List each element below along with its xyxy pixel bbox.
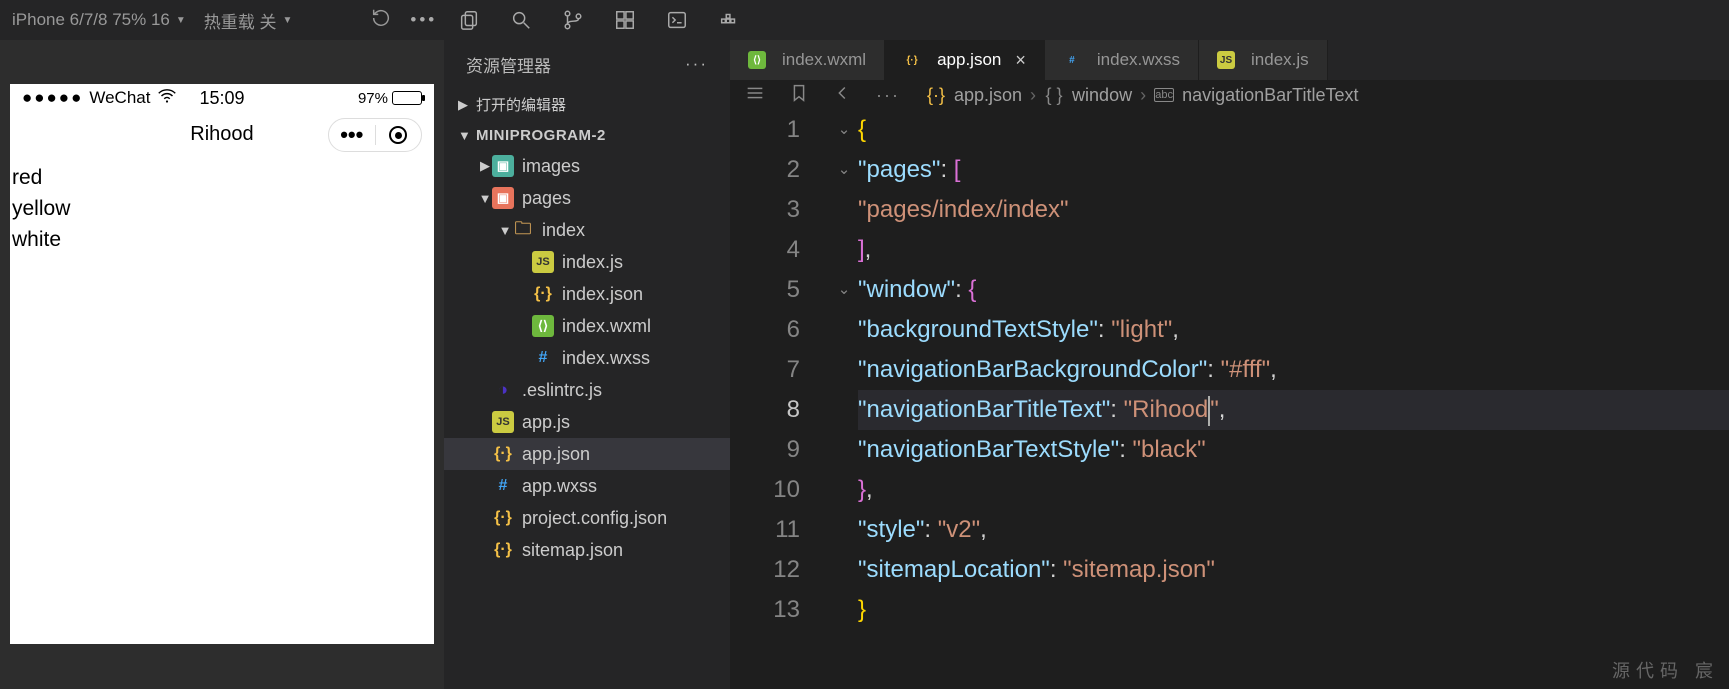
editor-tab[interactable]: {·}app.json× [885,40,1045,80]
tree-item[interactable]: #index.wxss [444,342,730,374]
battery-icon [392,91,422,105]
chevron-down-icon: ▼ [283,15,293,26]
line-gutter: 12345678910111213 [730,110,830,689]
breadcrumb-bar: ··· {·} app.json › { } window › abc navi… [730,80,1729,110]
more-icon[interactable]: ••• [410,10,437,30]
watermark: 源代码 宸 [1612,657,1719,683]
page-body: redyellowwhite [10,156,434,261]
hot-reload-toggle[interactable]: 热重载 关 ▼ [204,8,293,33]
braces-icon: { } [1044,85,1064,106]
tree-item[interactable]: ▼🗀index [444,214,730,246]
crumb-file[interactable]: app.json [954,85,1022,106]
tree-item[interactable]: ▼▣pages [444,182,730,214]
status-bar: ●●●●● WeChat 15:09 97% [10,84,434,112]
code-editor[interactable]: 12345678910111213 ⌄⌄⌄ { "pages": [ "page… [730,110,1729,689]
terminal-icon[interactable] [665,8,689,32]
fold-column: ⌄⌄⌄ [830,110,858,689]
tree-item[interactable]: {·}sitemap.json [444,534,730,566]
extensions-icon[interactable] [613,8,637,32]
simulator-panel: ●●●●● WeChat 15:09 97% Rihood ••• [0,40,444,689]
json-icon: {·} [926,85,946,106]
editor-tabs: ⟨⟩index.wxml{·}app.json×#index.wxssJSind… [730,40,1729,80]
battery-text: 97% [358,90,388,107]
more-icon[interactable]: ··· [876,85,900,106]
tree-item[interactable]: ◑.eslintrc.js [444,374,730,406]
search-icon[interactable] [509,8,533,32]
back-arrow-icon[interactable] [832,82,854,109]
tree-item[interactable]: {·}app.json [444,438,730,470]
crumb-window[interactable]: window [1072,85,1132,106]
phone-preview: ●●●●● WeChat 15:09 97% Rihood ••• [10,84,434,644]
chevron-down-icon: ▼ [458,128,470,143]
string-icon: abc [1154,88,1174,102]
nav-title: Rihood [190,123,253,146]
tree-item[interactable]: JSapp.js [444,406,730,438]
capsule-button[interactable]: ••• [328,118,422,152]
status-carrier: ●●●●● WeChat [22,85,178,112]
device-selector[interactable]: iPhone 6/7/8 75% 16 ▼ [12,10,186,30]
tree-item[interactable]: ⟨⟩index.wxml [444,310,730,342]
close-icon[interactable]: × [1015,50,1026,71]
file-tree: ▶▣images▼▣pages▼🗀indexJSindex.js{·}index… [444,150,730,566]
status-time: 15:09 [199,88,244,109]
tree-item[interactable]: #app.wxss [444,470,730,502]
docker-icon[interactable] [717,8,741,32]
crumb-prop[interactable]: navigationBarTitleText [1182,85,1358,106]
editor-tab[interactable]: ⟨⟩index.wxml [730,40,885,80]
tree-item[interactable]: {·}index.json [444,278,730,310]
project-section[interactable]: ▼ MINIPROGRAM-2 [444,121,730,150]
editor-tab[interactable]: JSindex.js [1199,40,1328,80]
editor-tab[interactable]: #index.wxss [1045,40,1199,80]
explorer-header: 资源管理器 ··· [444,40,730,88]
explorer-more-icon[interactable]: ··· [685,54,708,74]
wifi-icon [156,85,178,112]
hot-reload-label: 热重载 关 [204,8,277,33]
top-toolbar: iPhone 6/7/8 75% 16 ▼ 热重载 关 ▼ ••• [0,0,1729,40]
chevron-right-icon: ▶ [458,97,470,113]
refresh-icon[interactable] [370,7,392,34]
open-editors-section[interactable]: ▶ 打开的编辑器 [444,88,730,121]
files-icon[interactable] [457,8,481,32]
explorer-panel: 资源管理器 ··· ▶ 打开的编辑器 ▼ MINIPROGRAM-2 ▶▣ima… [444,40,730,689]
code-body[interactable]: { "pages": [ "pages/index/index" ], "win… [858,110,1729,689]
bookmark-icon[interactable] [788,82,810,109]
list-icon[interactable] [744,82,766,109]
capsule-close-icon[interactable] [376,126,422,144]
tree-item[interactable]: ▶▣images [444,150,730,182]
tree-item[interactable]: JSindex.js [444,246,730,278]
chevron-down-icon: ▼ [176,15,186,26]
device-label: iPhone 6/7/8 75% 16 [12,10,170,30]
editor-panel: ⟨⟩index.wxml{·}app.json×#index.wxssJSind… [730,40,1729,689]
branch-icon[interactable] [561,8,585,32]
capsule-menu-icon[interactable]: ••• [329,122,375,148]
nav-bar: Rihood ••• [10,112,434,156]
tree-item[interactable]: {·}project.config.json [444,502,730,534]
